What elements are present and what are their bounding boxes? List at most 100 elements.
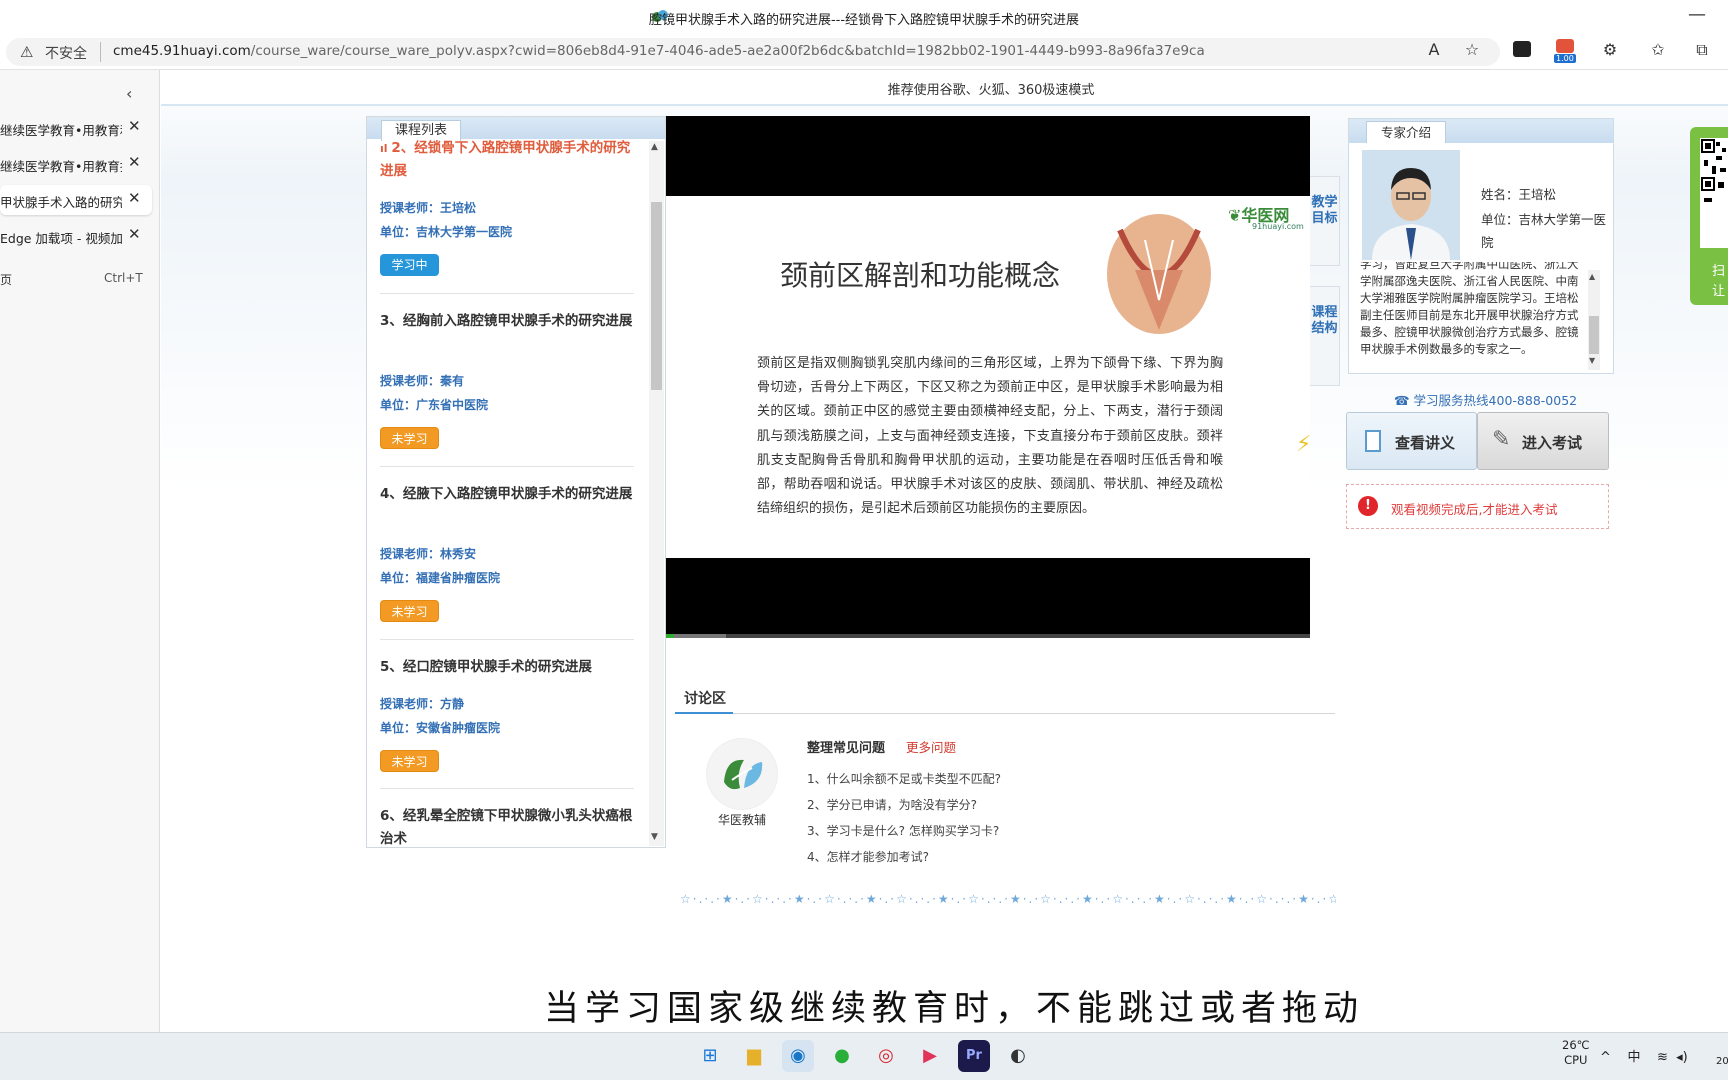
expert-photo	[1362, 150, 1460, 260]
enter-exam-label: 进入考试	[1522, 434, 1583, 452]
close-tab-icon[interactable]: ✕	[128, 189, 141, 207]
enter-exam-button[interactable]: ✎ 进入考试	[1477, 412, 1609, 470]
scroll-up-icon[interactable]: ▲	[1589, 272, 1595, 281]
course-unit: 单位：安徽省肿瘤医院	[380, 721, 501, 735]
favorites-icon[interactable]: ✩	[1646, 40, 1670, 59]
faq-item[interactable]: 1、什么叫余额不足或卡类型不匹配?	[807, 770, 1001, 787]
qr-label-line2: 让	[1712, 284, 1726, 299]
read-aloud-icon[interactable]: A	[1422, 40, 1446, 59]
huayi-tutor-logo	[706, 738, 778, 810]
faq-item[interactable]: 3、学习卡是什么? 怎样购买学习卡?	[807, 822, 999, 839]
scroll-down-icon[interactable]: ▼	[1589, 356, 1595, 365]
logo-subtext: 91huayi.com	[1252, 222, 1304, 231]
service-hotline: ☎ 学习服务热线400-888-0052	[1394, 390, 1577, 409]
weather-widget[interactable]: 26℃ CPU	[1562, 1038, 1590, 1068]
course-title-text: 2、经锁骨下入路腔镜甲状腺手术的研究进展	[380, 140, 631, 179]
tab-label: 甲状腺手术入路的研究	[0, 195, 122, 210]
expert-tab[interactable]: 专家介绍	[1366, 121, 1446, 143]
qr-code-icon	[1700, 138, 1728, 248]
chevron-up-icon[interactable]: ^	[1600, 1050, 1611, 1065]
minimize-button[interactable]: —	[1688, 4, 1706, 25]
course-title[interactable]: 3、经胸前入路腔镜甲状腺手术的研究进展	[380, 310, 635, 333]
volume-icon[interactable]: ◂)	[1676, 1050, 1688, 1065]
tab-course-structure[interactable]: 课程结构	[1310, 286, 1340, 386]
scroll-up-icon[interactable]: ▲	[651, 142, 658, 152]
slide-title: 颈前区解剖和功能概念	[780, 259, 1061, 292]
url-host: cme45.91huayi.com	[113, 43, 251, 59]
course-teacher: 授课老师：秦有	[380, 374, 465, 388]
status-badge-not-started[interactable]: 未学习	[380, 600, 439, 622]
view-notes-button[interactable]: 查看讲义	[1346, 412, 1477, 470]
weather-label: CPU	[1564, 1053, 1588, 1067]
star-divider: ☆·.·.·★·.·☆·.·.·★·.·☆·.·.·★·.·☆·.·.·★·.·…	[680, 892, 1336, 906]
expert-bio-scroll-thumb[interactable]	[1589, 316, 1599, 354]
new-tab-item[interactable]: 页 Ctrl+T	[0, 271, 152, 288]
sidebar-tab[interactable]: Edge 加载项 - 视频加速 ✕	[0, 221, 152, 251]
collapse-sidebar-icon[interactable]: ‹	[126, 84, 132, 103]
extension-terminal-icon[interactable]	[1510, 41, 1534, 61]
status-badge-studying[interactable]: 学习中	[380, 254, 439, 276]
course-title[interactable]: 4、经腋下入路腔镜甲状腺手术的研究进展	[380, 483, 635, 506]
warning-icon[interactable]: ⚠	[20, 43, 33, 61]
extensions-icon[interactable]: ⚙	[1598, 40, 1622, 59]
discussion-tab[interactable]: 讨论区	[684, 688, 726, 708]
edge-browser-icon[interactable]: ◉	[782, 1040, 814, 1072]
tab-label: Edge 加载项 - 视频加速	[0, 231, 122, 246]
favorite-add-icon[interactable]: ☆	[1460, 40, 1484, 59]
status-badge-not-started[interactable]: 未学习	[380, 750, 439, 772]
browser-recommendation: 推荐使用谷歌、火狐、360极速模式	[887, 83, 1095, 98]
document-icon	[1365, 430, 1381, 452]
wechat-icon[interactable]: ●	[826, 1040, 858, 1072]
new-tab-label: 页	[0, 273, 13, 287]
video-subtitle-caption: 当学习国家级继续教育时，不能跳过或者拖动	[544, 989, 1365, 1029]
security-label[interactable]: 不安全	[45, 43, 87, 63]
windows-start-icon[interactable]: ⊞	[694, 1040, 726, 1072]
close-tab-icon[interactable]: ✕	[128, 117, 141, 135]
faq-item[interactable]: 4、怎样才能参加考试?	[807, 848, 929, 865]
window-title: 腔镜甲状腺手术入路的研究进展---经锁骨下入路腔镜甲状腺手术的研究进展	[648, 13, 1080, 28]
url-text[interactable]: cme45.91huayi.com/course_ware/course_war…	[113, 43, 1205, 59]
sidebar-tab-active[interactable]: 甲状腺手术入路的研究 ✕	[0, 185, 152, 215]
wifi-icon[interactable]: ≋	[1657, 1050, 1668, 1065]
netease-music-icon[interactable]: ◎	[870, 1040, 902, 1072]
lightning-icon[interactable]: ⚡	[1296, 432, 1311, 457]
sidebar-tab[interactable]: 继续医学教育•用教育和 ✕	[0, 113, 152, 143]
course-list-scroll-thumb[interactable]	[651, 202, 662, 390]
tab-teaching-goals[interactable]: 教学目标	[1310, 176, 1340, 266]
phone-icon: ☎	[1394, 393, 1414, 408]
faq-title: 整理常见问题	[807, 741, 886, 756]
discussion-tab-underline	[675, 712, 733, 714]
ime-indicator[interactable]: 中	[1627, 1050, 1640, 1065]
tab-label: 继续医学教育•用教育和	[0, 123, 122, 138]
obs-icon[interactable]: ◐	[1002, 1040, 1034, 1072]
system-tray[interactable]: ^ 中 ≋ ◂)	[1600, 1046, 1688, 1065]
more-questions-link[interactable]: 更多问题	[906, 737, 956, 756]
course-teacher: 授课老师：王培松	[380, 201, 477, 215]
video-app-icon[interactable]: ▶	[914, 1040, 946, 1072]
scroll-down-icon[interactable]: ▼	[651, 832, 658, 842]
video-progress-fill	[666, 634, 726, 638]
address-divider	[100, 42, 101, 62]
course-title[interactable]: 6、经乳晕全腔镜下甲状腺微小乳头状癌根治术	[380, 805, 635, 845]
clock[interactable]: 20	[1716, 1056, 1728, 1067]
course-title-current[interactable]: ıl 2、经锁骨下入路腔镜甲状腺手术的研究进展	[380, 137, 635, 183]
sidebar-tab[interactable]: 继续医学教育•用教育推 ✕	[0, 149, 152, 179]
close-tab-icon[interactable]: ✕	[128, 225, 141, 243]
windows-taskbar	[0, 1032, 1728, 1080]
expert-bio-text: 学习，曾赴复旦大学附属中山医院、浙江大学附属邵逸夫医院、浙江省人民医院、中南大学…	[1360, 262, 1579, 356]
file-explorer-icon[interactable]: ▆	[738, 1040, 770, 1072]
close-tab-icon[interactable]: ✕	[128, 153, 141, 171]
view-notes-label: 查看讲义	[1395, 434, 1456, 452]
pencil-icon: ✎	[1492, 427, 1511, 452]
new-tab-shortcut: Ctrl+T	[104, 271, 143, 285]
qr-label-line1: 扫	[1712, 264, 1726, 279]
alert-icon: !	[1358, 496, 1378, 516]
url-path: /course_ware/course_ware_polyv.aspx?cwid…	[250, 43, 1205, 59]
status-badge-not-started[interactable]: 未学习	[380, 427, 439, 449]
course-unit: 单位：福建省肿瘤医院	[380, 571, 501, 585]
premiere-pro-icon[interactable]: Pr	[958, 1040, 990, 1072]
collections-icon[interactable]: ⧉	[1690, 40, 1714, 60]
faq-item[interactable]: 2、学分已申请，为啥没有学分?	[807, 796, 977, 813]
course-title[interactable]: 5、经口腔镜甲状腺手术的研究进展	[380, 656, 635, 679]
video-progress-bar[interactable]	[666, 634, 1310, 638]
